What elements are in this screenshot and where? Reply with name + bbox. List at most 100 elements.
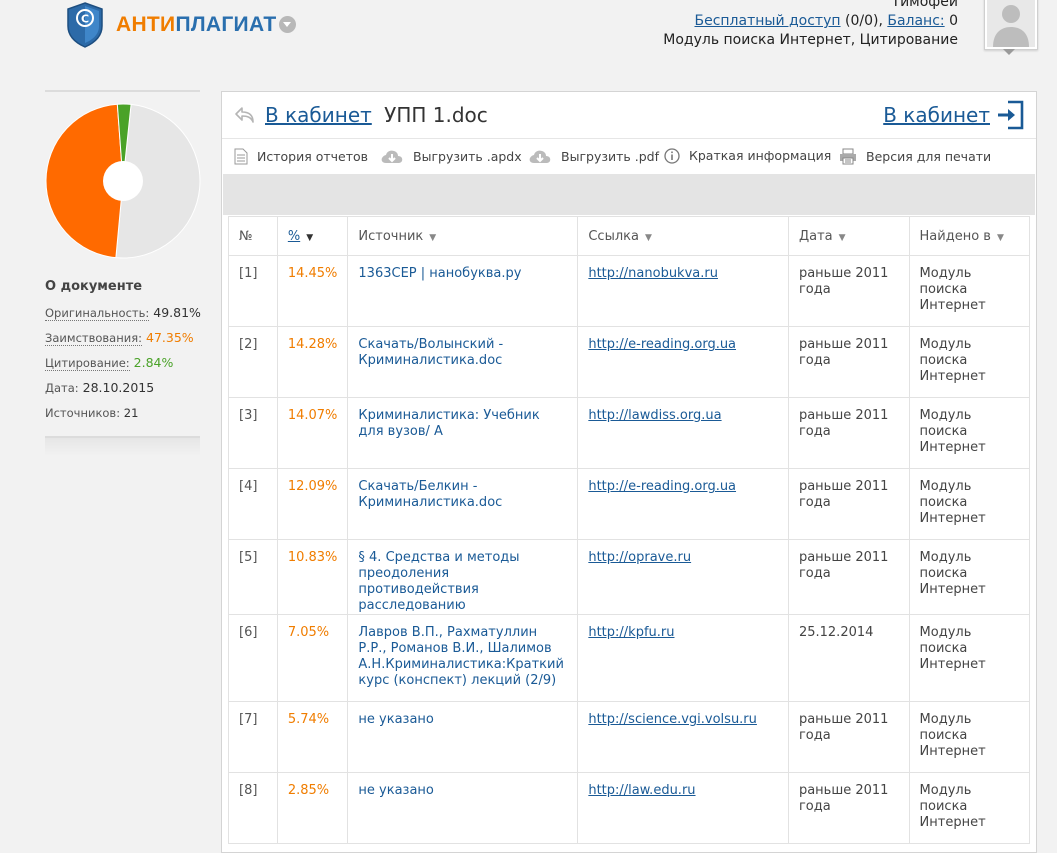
originality-value: 49.81% xyxy=(153,305,201,320)
sort-icon[interactable]: ▼ xyxy=(645,233,652,243)
brand-dropdown-icon[interactable] xyxy=(279,16,296,33)
col-header-source-label: Источник xyxy=(358,228,424,244)
brief-info-button[interactable]: Краткая информация xyxy=(664,148,831,164)
avatar-dropdown-icon[interactable] xyxy=(1003,49,1015,55)
row-number: [3] xyxy=(239,408,258,423)
brand-logo[interactable]: АНТИПЛАГИАТ xyxy=(116,13,277,37)
col-header-num-label: № xyxy=(239,228,253,244)
free-access-link[interactable]: Бесплатный доступ xyxy=(694,13,840,29)
cell-pct: 10.83% xyxy=(277,539,349,615)
cell-source: Лавров В.П., Рахматуллин Р.Р., Романов В… xyxy=(347,614,579,702)
report-panel: В кабинет УПП 1.doc В кабинет История от… xyxy=(221,91,1037,853)
user-info: Тимофей Бесплатный доступ (0/0), Баланс:… xyxy=(663,0,958,50)
row-source-name[interactable]: 1363СЕР | нанобуква.ру xyxy=(358,266,521,281)
cell-pct: 2.85% xyxy=(277,772,349,844)
row-number: [4] xyxy=(239,479,258,494)
row-source-link[interactable]: http://e-reading.org.ua xyxy=(588,337,736,352)
sort-desc-icon[interactable]: ▼ xyxy=(306,233,313,243)
sort-icon[interactable]: ▼ xyxy=(997,233,1004,243)
col-header-found[interactable]: Найдено в ▼ xyxy=(909,216,1031,256)
row-source-link[interactable]: http://e-reading.org.ua xyxy=(588,479,736,494)
sidebar-divider-top xyxy=(45,90,200,92)
cabinet-link-right[interactable]: В кабинет xyxy=(883,103,990,127)
history-button[interactable]: История отчетов xyxy=(234,148,368,165)
exit-to-cabinet-icon[interactable] xyxy=(996,100,1024,130)
cell-date: 25.12.2014 xyxy=(788,614,910,702)
col-header-link[interactable]: Ссылка ▼ xyxy=(577,216,789,256)
row-number: [2] xyxy=(239,337,258,352)
cell-source: Скачать/Волынский - Криминалистика.doc xyxy=(347,326,579,398)
row-percentage: 10.83% xyxy=(287,550,338,565)
cell-found: Модуль поиска Интернет xyxy=(909,614,1031,702)
citation-label[interactable]: Цитирование: xyxy=(45,356,130,371)
export-pdf-button[interactable]: Выгрузить .pdf xyxy=(528,148,659,165)
cell-link: http://science.vgi.volsu.ru xyxy=(577,701,789,773)
row-date: 25.12.2014 xyxy=(798,625,874,640)
row-date: раньше 2011 года xyxy=(798,337,889,368)
row-source-name[interactable]: Криминалистика: Учебник для вузов/ А xyxy=(358,408,539,439)
cabinet-link-right-label[interactable]: В кабинет xyxy=(883,103,990,127)
row-source-link[interactable]: http://kpfu.ru xyxy=(588,625,674,640)
stat-originality: Оригинальность: 49.81% xyxy=(45,305,201,321)
row-source-link[interactable]: http://science.vgi.volsu.ru xyxy=(588,712,757,727)
col-header-pct-label[interactable]: % xyxy=(288,229,300,244)
row-source-link[interactable]: http://law.edu.ru xyxy=(588,783,695,798)
table-row: [5] 10.83% § 4. Средства и методы преодоле… xyxy=(228,539,1031,615)
row-source-name[interactable]: § 4. Средства и методы преодоления проти… xyxy=(358,550,519,613)
stat-date: Дата: 28.10.2015 xyxy=(45,380,154,395)
export-apdx-button[interactable]: Выгрузить .apdx xyxy=(380,148,522,165)
row-date: раньше 2011 года xyxy=(798,479,889,510)
row-source-link[interactable]: http://oprave.ru xyxy=(588,550,691,565)
cell-num: [4] xyxy=(228,468,278,540)
cell-found: Модуль поиска Интернет xyxy=(909,772,1031,844)
balance-value: 0 xyxy=(949,13,958,29)
row-source-name[interactable]: не указано xyxy=(358,712,433,727)
cell-found: Модуль поиска Интернет xyxy=(909,255,1031,327)
sort-icon[interactable]: ▼ xyxy=(429,233,436,243)
cell-link: http://e-reading.org.ua xyxy=(577,468,789,540)
row-found-in: Модуль поиска Интернет xyxy=(919,408,986,455)
col-header-date[interactable]: Дата ▼ xyxy=(788,216,910,256)
row-source-name[interactable]: Скачать/Белкин - Криминалистика.doc xyxy=(358,479,502,510)
row-found-in: Модуль поиска Интернет xyxy=(919,783,986,830)
export-pdf-label: Выгрузить .pdf xyxy=(561,149,659,164)
cell-date: раньше 2011 года xyxy=(788,701,910,773)
row-source-name[interactable]: Скачать/Волынский - Криминалистика.doc xyxy=(358,337,503,368)
back-to-cabinet-link[interactable]: В кабинет xyxy=(265,103,372,127)
col-header-link-label: Ссылка xyxy=(588,228,639,244)
cell-link: http://e-reading.org.ua xyxy=(577,326,789,398)
brand-part-1: АНТИ xyxy=(116,13,176,36)
row-source-name[interactable]: Лавров В.П., Рахматуллин Р.Р., Романов В… xyxy=(358,625,563,688)
balance-link[interactable]: Баланс: xyxy=(887,13,944,29)
originality-label[interactable]: Оригинальность: xyxy=(45,306,150,321)
avatar[interactable] xyxy=(984,0,1038,50)
table-row: [2] 14.28% Скачать/Волынский - Криминалист… xyxy=(228,326,1031,398)
row-source-link[interactable]: http://lawdiss.org.ua xyxy=(588,408,721,423)
borrowing-value: 47.35% xyxy=(146,330,194,345)
table-row: [7] 5.74% не указано http://science.vgi.vol… xyxy=(228,701,1031,773)
user-silhouette-icon xyxy=(987,0,1035,47)
row-date: раньше 2011 года xyxy=(798,266,889,297)
document-icon xyxy=(234,148,248,165)
row-number: [7] xyxy=(239,712,258,727)
col-header-pct[interactable]: % ▼ xyxy=(277,216,349,256)
row-found-in: Модуль поиска Интернет xyxy=(919,712,986,759)
borrowing-label[interactable]: Заимствования: xyxy=(45,331,143,346)
back-arrow-icon[interactable] xyxy=(234,105,256,125)
table-row: [8] 2.85% не указано http://law.edu.ru раньш… xyxy=(228,772,1031,844)
print-version-label: Версия для печати xyxy=(866,149,992,164)
stat-sources: Источников: 21 xyxy=(45,406,138,420)
brand-part-2: ПЛАГИАТ xyxy=(175,13,277,36)
sort-icon[interactable]: ▼ xyxy=(839,233,846,243)
row-source-name[interactable]: не указано xyxy=(358,783,433,798)
col-header-source[interactable]: Источник ▼ xyxy=(347,216,579,256)
user-name: Тимофей xyxy=(891,0,958,10)
export-apdx-label: Выгрузить .apdx xyxy=(413,149,522,164)
cell-source: 1363СЕР | нанобуква.ру xyxy=(347,255,579,327)
cell-date: раньше 2011 года xyxy=(788,255,910,327)
row-source-link[interactable]: http://nanobukva.ru xyxy=(588,266,718,281)
info-icon xyxy=(664,148,680,164)
col-header-found-label: Найдено в xyxy=(919,228,991,244)
print-version-button[interactable]: Версия для печати xyxy=(839,148,991,165)
row-percentage: 14.45% xyxy=(287,266,338,281)
